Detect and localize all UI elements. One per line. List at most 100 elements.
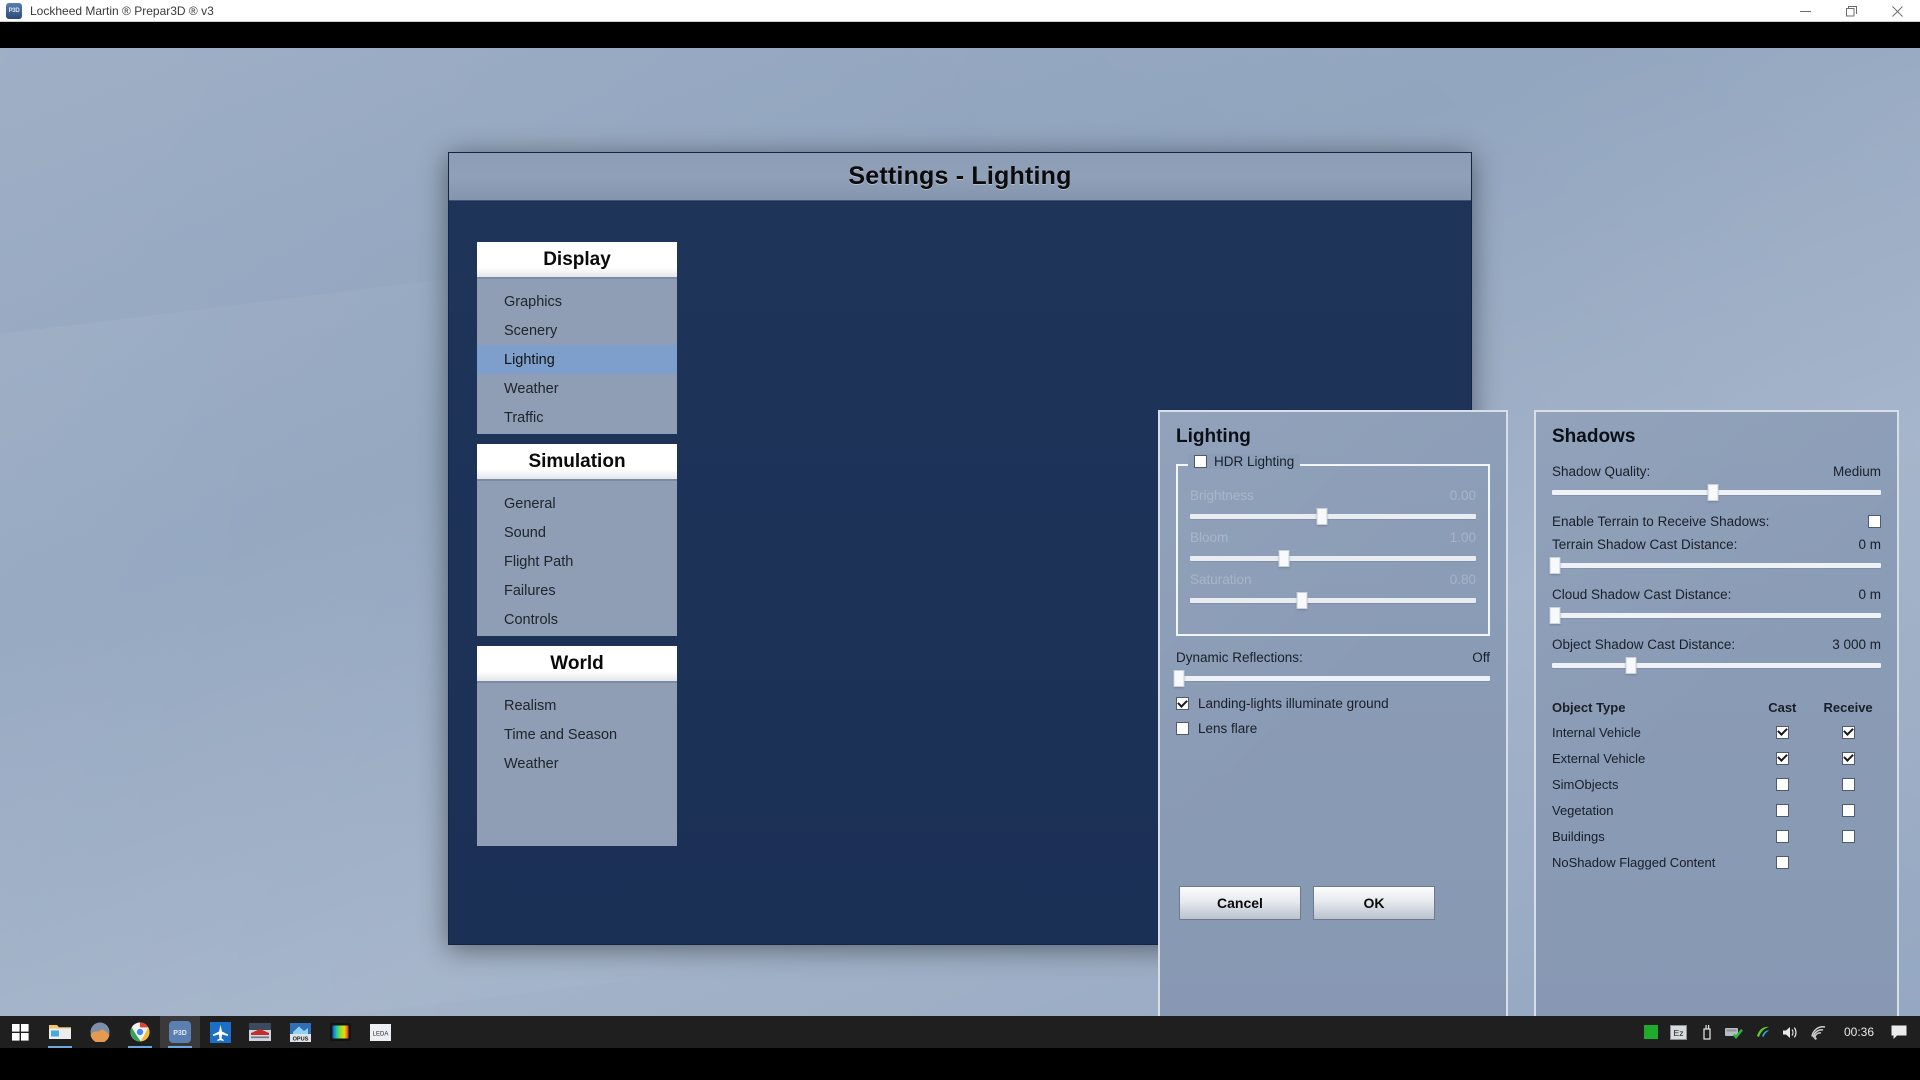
cast-checkbox-noshadow-flagged-content[interactable] (1775, 855, 1789, 869)
saturation-slider[interactable] (1190, 592, 1476, 609)
file-explorer-button[interactable] (40, 1016, 80, 1048)
usb-safe-remove-icon[interactable] (1694, 1016, 1720, 1048)
table-row: SimObjects (1552, 771, 1881, 797)
bloom-slider[interactable] (1190, 550, 1476, 567)
color-tool-button[interactable] (320, 1016, 360, 1048)
nav-list-world: Realism Time and Season Weather (477, 683, 677, 846)
cast-checkbox-buildings[interactable] (1775, 829, 1789, 843)
taskbar-clock[interactable]: 00:36 (1834, 1016, 1884, 1048)
receive-checkbox-simobjects[interactable] (1841, 777, 1855, 791)
slider-thumb[interactable] (1625, 657, 1637, 674)
slider-track (1190, 598, 1476, 603)
p3d-app-icon: P3D (6, 2, 22, 19)
object-distance-row: Object Shadow Cast Distance: 3 000 m (1552, 637, 1881, 652)
sidebar-item-traffic[interactable]: Traffic (477, 403, 677, 432)
row-label: External Vehicle (1552, 750, 1646, 766)
receive-checkbox-buildings[interactable] (1841, 829, 1855, 843)
prepar3d-button[interactable]: P3D (160, 1016, 200, 1048)
receive-checkbox-external-vehicle[interactable] (1841, 751, 1855, 765)
folder-icon (49, 1025, 71, 1039)
slider-thumb[interactable] (1296, 592, 1308, 609)
dynamic-reflections-value: Off (1472, 650, 1490, 665)
table-row: External Vehicle (1552, 745, 1881, 771)
dynamic-reflections-slider[interactable] (1173, 670, 1490, 687)
cast-checkbox-internal-vehicle[interactable] (1775, 725, 1789, 739)
chrome-browser-button[interactable] (120, 1016, 160, 1048)
sidebar-item-weather[interactable]: Weather (477, 374, 677, 403)
bloom-label: Bloom (1190, 530, 1229, 545)
sidebar-item-sound[interactable]: Sound (477, 518, 677, 547)
landing-lights-row[interactable]: Landing-lights illuminate ground (1176, 696, 1490, 711)
row-label: NoShadow Flagged Content (1552, 854, 1716, 870)
nav-group-simulation: Simulation General Sound Flight Path Fai… (477, 444, 677, 636)
slider-thumb[interactable] (1549, 557, 1561, 574)
sidebar-item-label: Realism (504, 697, 557, 714)
sidebar-item-realism[interactable]: Realism (477, 691, 677, 720)
landing-lights-checkbox[interactable] (1176, 697, 1189, 710)
sidebar-item-label: Lighting (504, 351, 555, 368)
brightness-slider[interactable] (1190, 508, 1476, 525)
sidebar-item-lighting[interactable]: Lighting (477, 345, 677, 374)
gradient-icon (329, 1023, 351, 1041)
hdr-lighting-checkbox[interactable] (1194, 455, 1207, 468)
navigraph-button[interactable] (240, 1016, 280, 1048)
hdr-lighting-groupbox: HDR Lighting Brightness 0.00 Bloom 1.00 … (1176, 454, 1490, 636)
cast-checkbox-external-vehicle[interactable] (1775, 751, 1789, 765)
brightness-value: 0.00 (1449, 488, 1476, 503)
photos-app-button[interactable] (80, 1016, 120, 1048)
ez-dok-icon[interactable]: Ez (1666, 1016, 1692, 1048)
network-ok-icon[interactable] (1722, 1016, 1748, 1048)
sidebar-item-world-weather[interactable]: Weather (477, 749, 677, 778)
ok-button[interactable]: OK (1313, 886, 1435, 920)
cancel-button[interactable]: Cancel (1179, 886, 1301, 920)
flight-planner-button[interactable] (200, 1016, 240, 1048)
cloud-distance-slider[interactable] (1549, 607, 1881, 624)
terrain-distance-slider[interactable] (1549, 557, 1881, 574)
shadow-quality-slider[interactable] (1552, 484, 1881, 501)
sidebar-item-failures[interactable]: Failures (477, 576, 677, 605)
slider-track (1190, 556, 1476, 561)
sidebar-item-flight-path[interactable]: Flight Path (477, 547, 677, 576)
slider-thumb[interactable] (1549, 607, 1561, 624)
receive-checkbox-internal-vehicle[interactable] (1841, 725, 1855, 739)
green-status-icon[interactable] (1638, 1016, 1664, 1048)
sidebar-item-label: Failures (504, 582, 556, 599)
leda-button[interactable]: LEDA (360, 1016, 400, 1048)
opus-button[interactable]: OPUS (280, 1016, 320, 1048)
cast-checkbox-simobjects[interactable] (1775, 777, 1789, 791)
sidebar-item-scenery[interactable]: Scenery (477, 316, 677, 345)
sidebar-item-label: Flight Path (504, 553, 574, 570)
sidebar-item-general[interactable]: General (477, 489, 677, 518)
action-center-button[interactable] (1886, 1016, 1912, 1048)
settings-sidebar: Display Graphics Scenery Lighting Weathe… (477, 242, 677, 859)
slider-thumb[interactable] (1278, 550, 1290, 567)
shadows-panel-title: Shadows (1552, 426, 1636, 447)
slider-thumb[interactable] (1316, 508, 1328, 525)
object-distance-label: Object Shadow Cast Distance: (1552, 637, 1736, 652)
sidebar-item-graphics[interactable]: Graphics (477, 287, 677, 316)
terrain-receive-shadows-checkbox[interactable] (1868, 515, 1881, 528)
close-button[interactable] (1874, 0, 1920, 22)
nav-group-world: World Realism Time and Season Weather (477, 646, 677, 846)
slider-thumb[interactable] (1707, 484, 1719, 501)
sidebar-item-label: Controls (504, 611, 558, 628)
col-receive: Receive (1823, 699, 1873, 715)
cast-checkbox-vegetation[interactable] (1775, 803, 1789, 817)
receive-checkbox-vegetation[interactable] (1841, 803, 1855, 817)
lens-flare-checkbox[interactable] (1176, 722, 1189, 735)
saturation-label: Saturation (1190, 572, 1252, 587)
nvidia-icon[interactable] (1750, 1016, 1776, 1048)
minimize-button[interactable] (1782, 0, 1828, 22)
maximize-button[interactable] (1828, 0, 1874, 22)
lens-flare-row[interactable]: Lens flare (1176, 721, 1490, 736)
volume-icon[interactable] (1778, 1016, 1804, 1048)
wifi-icon[interactable] (1806, 1016, 1832, 1048)
window-title: Lockheed Martin ® Prepar3D ® v3 (30, 3, 214, 18)
sidebar-item-time-and-season[interactable]: Time and Season (477, 720, 677, 749)
start-button[interactable] (0, 1016, 40, 1048)
object-distance-slider[interactable] (1552, 657, 1881, 674)
sidebar-item-controls[interactable]: Controls (477, 605, 677, 634)
cloud-distance-row: Cloud Shadow Cast Distance: 0 m (1552, 587, 1881, 602)
slider-thumb[interactable] (1173, 670, 1185, 687)
table-row: NoShadow Flagged Content (1552, 849, 1881, 875)
